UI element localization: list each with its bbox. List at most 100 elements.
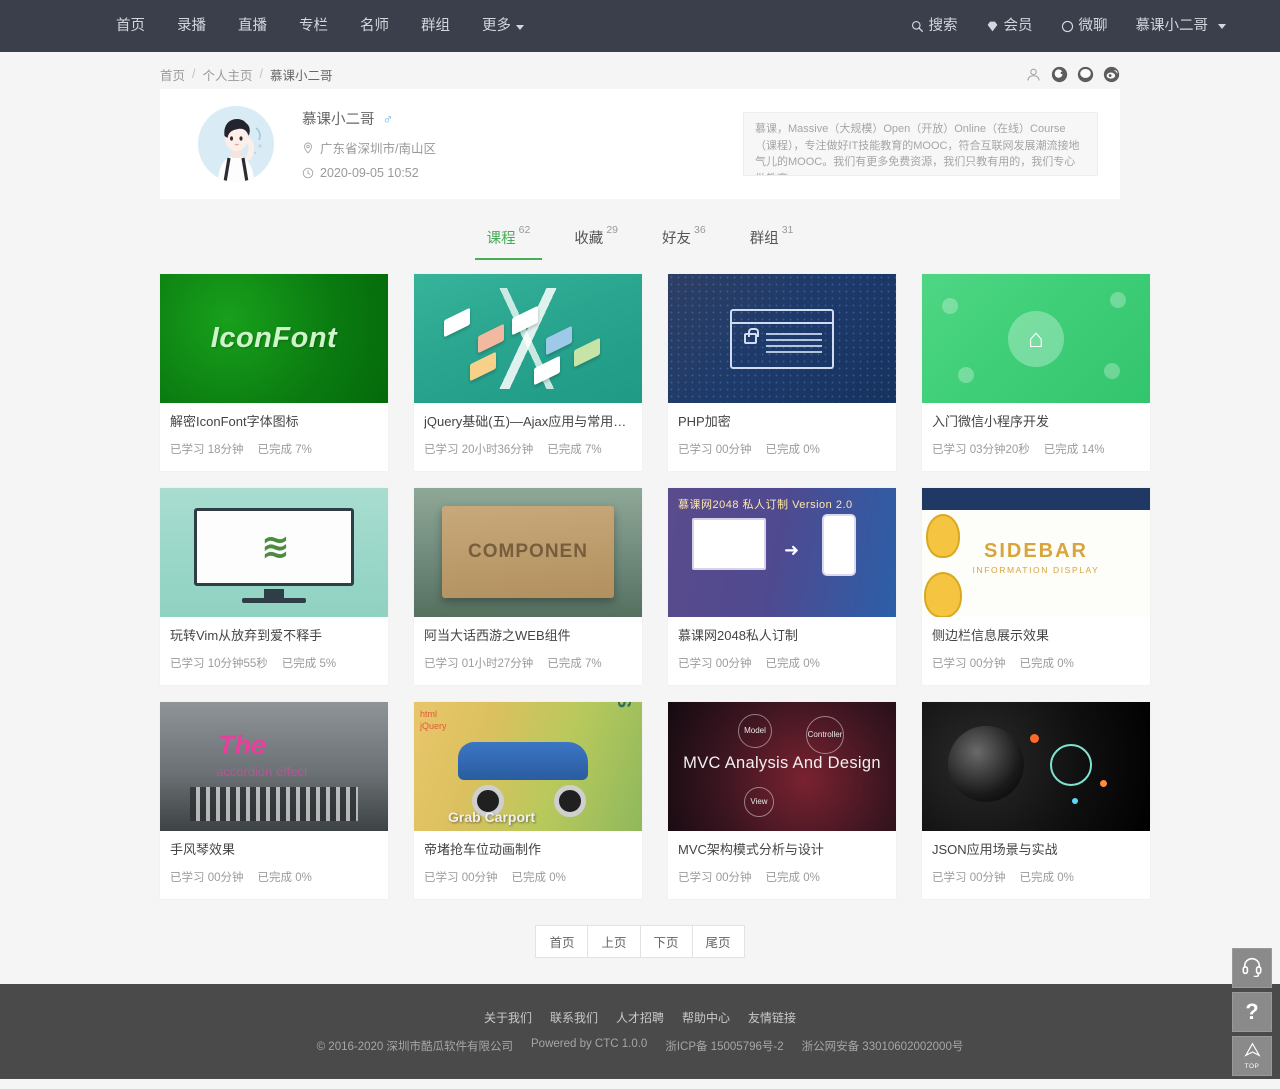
- footer-link-contact[interactable]: 联系我们: [550, 1009, 598, 1026]
- course-card[interactable]: 慕课网2048 私人订制 Version 2.0 ➜ 慕课网2048私人订制 已…: [668, 487, 896, 685]
- browser-window-art: [730, 308, 834, 369]
- sphere-art: [948, 725, 1024, 802]
- breadcrumb-section[interactable]: 个人主页: [203, 65, 253, 84]
- tab-courses-count: 62: [518, 224, 531, 236]
- course-card[interactable]: COMPONEN 阿当大话西游之WEB组件 已学习 01小时27分钟 已完成 7…: [414, 487, 642, 685]
- search-icon: [911, 20, 924, 33]
- course-title: 侧边栏信息展示效果: [932, 627, 1050, 643]
- chevron-down-icon: [516, 25, 524, 30]
- tab-favorites[interactable]: 收藏 29: [552, 217, 640, 260]
- course-progress: 已完成 0%: [765, 871, 820, 884]
- nav-chat[interactable]: 微聊: [1047, 0, 1122, 52]
- course-studied: 已学习 01小时27分钟: [424, 657, 534, 670]
- main-nav: 首页 录播 直播 专栏 名师 群组 更多: [100, 0, 540, 52]
- footer-police-record[interactable]: 浙公网安备 33010602002000号: [802, 1038, 964, 1054]
- nav-item-more[interactable]: 更多: [466, 0, 540, 52]
- customer-service-button[interactable]: [1232, 948, 1272, 988]
- nav-item-home[interactable]: 首页: [100, 0, 161, 52]
- phone-art: [822, 513, 856, 576]
- profile-location: 广东省深圳市/南山区: [320, 142, 436, 156]
- nav-item-group[interactable]: 群组: [405, 0, 466, 52]
- course-title: 帝堵抢车位动画制作: [424, 841, 542, 857]
- help-button[interactable]: ?: [1232, 992, 1272, 1032]
- nav-user-label: 慕课小二哥: [1135, 18, 1209, 34]
- course-title: 慕课网2048私人订制: [678, 627, 798, 643]
- tab-friends[interactable]: 好友 36: [640, 217, 728, 260]
- thumbnail-text: IconFont: [210, 322, 338, 354]
- course-title: PHP加密: [678, 414, 731, 429]
- avatar[interactable]: [198, 106, 274, 182]
- nav-user-menu[interactable]: 慕课小二哥: [1122, 0, 1241, 52]
- wechat-mini-program-icon: ⌂: [1008, 310, 1064, 367]
- back-to-top-button[interactable]: TOP: [1232, 1036, 1272, 1076]
- footer-copyright-row: © 2016-2020 深圳市酷瓜软件有限公司 Powered by CTC 1…: [317, 1038, 964, 1054]
- nav-item-teacher[interactable]: 名师: [344, 0, 405, 52]
- pagination-next[interactable]: 下页: [639, 924, 693, 958]
- course-card[interactable]: SIDEBAR INFORMATION DISPLAY 侧边栏信息展示效果 已学…: [922, 487, 1150, 685]
- course-progress: 已完成 7%: [547, 657, 602, 670]
- course-studied: 已学习 10分钟55秒: [170, 657, 268, 670]
- car-art: [458, 741, 588, 780]
- course-progress: 已完成 0%: [1019, 871, 1074, 884]
- course-card[interactable]: ⌂ 入门微信小程序开发 已学习 03分钟20秒 已完成 14%: [922, 274, 1150, 471]
- course-card[interactable]: Model Controller View MVC Analysis And D…: [668, 701, 896, 899]
- tab-courses[interactable]: 课程 62: [465, 217, 553, 260]
- footer-link-about[interactable]: 关于我们: [484, 1009, 532, 1026]
- nav-vip[interactable]: 会员: [972, 0, 1047, 52]
- course-studied: 已学习 20小时36分钟: [424, 443, 534, 456]
- course-card[interactable]: jQuery基础(五)—Ajax应用与常用插件 已学习 20小时36分钟 已完成…: [414, 274, 642, 471]
- profile-tabs: 课程 62 收藏 29 好友 36 群组 31: [160, 217, 1120, 260]
- profile-joined-time: 2020-09-05 10:52: [320, 166, 419, 180]
- breadcrumb-home[interactable]: 首页: [160, 65, 185, 84]
- footer-link-help[interactable]: 帮助中心: [682, 1009, 730, 1026]
- footer-copyright: © 2016-2020 深圳市酷瓜软件有限公司: [316, 1040, 513, 1053]
- nav-search[interactable]: 搜索: [897, 0, 972, 52]
- top-navbar: 首页 录播 直播 专栏 名师 群组 更多 搜索 会员 微聊 慕课小二哥: [0, 0, 1280, 52]
- footer-powered: Powered by CTC 1.0.0: [531, 1037, 648, 1050]
- lock-icon: [744, 327, 759, 344]
- course-studied: 已学习 18分钟: [170, 443, 244, 456]
- qq-icon[interactable]: [1051, 66, 1068, 83]
- course-card[interactable]: IconFont 解密IconFont字体图标 已学习 18分钟 已完成 7%: [160, 274, 388, 471]
- help-icon: ?: [1245, 999, 1259, 1024]
- profile-joined-row: 2020-09-05 10:52: [302, 166, 436, 180]
- course-progress: 已完成 0%: [511, 871, 566, 884]
- footer-link-jobs[interactable]: 人才招聘: [616, 1009, 664, 1026]
- pagination-first[interactable]: 首页: [535, 924, 589, 958]
- wechat-icon[interactable]: [1077, 66, 1094, 83]
- thumbnail-text: Grab Carport: [448, 808, 536, 825]
- course-studied: 已学习 00分钟: [678, 443, 752, 456]
- chat-circle-icon: [1061, 20, 1074, 33]
- course-progress: 已完成 0%: [765, 443, 820, 456]
- course-title: MVC架构模式分析与设计: [678, 841, 824, 857]
- tab-courses-label: 课程: [486, 231, 516, 247]
- course-card[interactable]: JSON应用场景与实战 已学习 00分钟 已完成 0%: [922, 701, 1150, 899]
- nav-item-recorded[interactable]: 录播: [161, 0, 222, 52]
- person-icon[interactable]: [1025, 66, 1042, 83]
- footer-icp[interactable]: 浙ICP备 15005796号-2: [665, 1038, 783, 1054]
- nav-item-column[interactable]: 专栏: [283, 0, 344, 52]
- thumbnail-text: 慕课网2048 私人订制 Version 2.0: [678, 498, 853, 511]
- course-card[interactable]: ≋ 玩转Vim从放弃到爱不释手 已学习 10分钟55秒 已完成 5%: [160, 487, 388, 685]
- course-card[interactable]: PHP加密 已学习 00分钟 已完成 0%: [668, 274, 896, 471]
- profile-name: 慕课小二哥: [302, 112, 375, 128]
- pagination-last[interactable]: 尾页: [691, 924, 745, 958]
- footer-link-friendly[interactable]: 友情链接: [748, 1009, 796, 1026]
- profile-location-row: 广东省深圳市/南山区: [302, 138, 436, 157]
- nav-item-live[interactable]: 直播: [222, 0, 283, 52]
- pagination: 首页 上页 下页 尾页: [160, 924, 1120, 958]
- tab-groups[interactable]: 群组 31: [728, 217, 816, 260]
- course-title: 解密IconFont字体图标: [170, 414, 299, 429]
- course-card[interactable]: The accordion effect 手风琴效果 已学习 00分钟 已完成 …: [160, 701, 388, 899]
- course-thumbnail: IconFont: [160, 274, 388, 403]
- profile-intro: 慕课，Massive（大规模）Open（开放）Online（在线）Course（…: [743, 112, 1098, 176]
- course-thumbnail: ⌂: [922, 274, 1150, 403]
- tab-friends-count: 36: [694, 224, 706, 236]
- course-progress: 已完成 5%: [281, 657, 337, 670]
- weibo-icon[interactable]: [1103, 66, 1120, 83]
- pagination-prev[interactable]: 上页: [587, 924, 641, 958]
- share-icon-group: [1025, 66, 1120, 83]
- top-arrow-icon: [1243, 1042, 1262, 1062]
- course-card[interactable]: htmljQuery CSS Grab Carport 帝堵抢车位动画制作 已学…: [414, 701, 642, 899]
- course-progress: 已完成 7%: [547, 443, 602, 456]
